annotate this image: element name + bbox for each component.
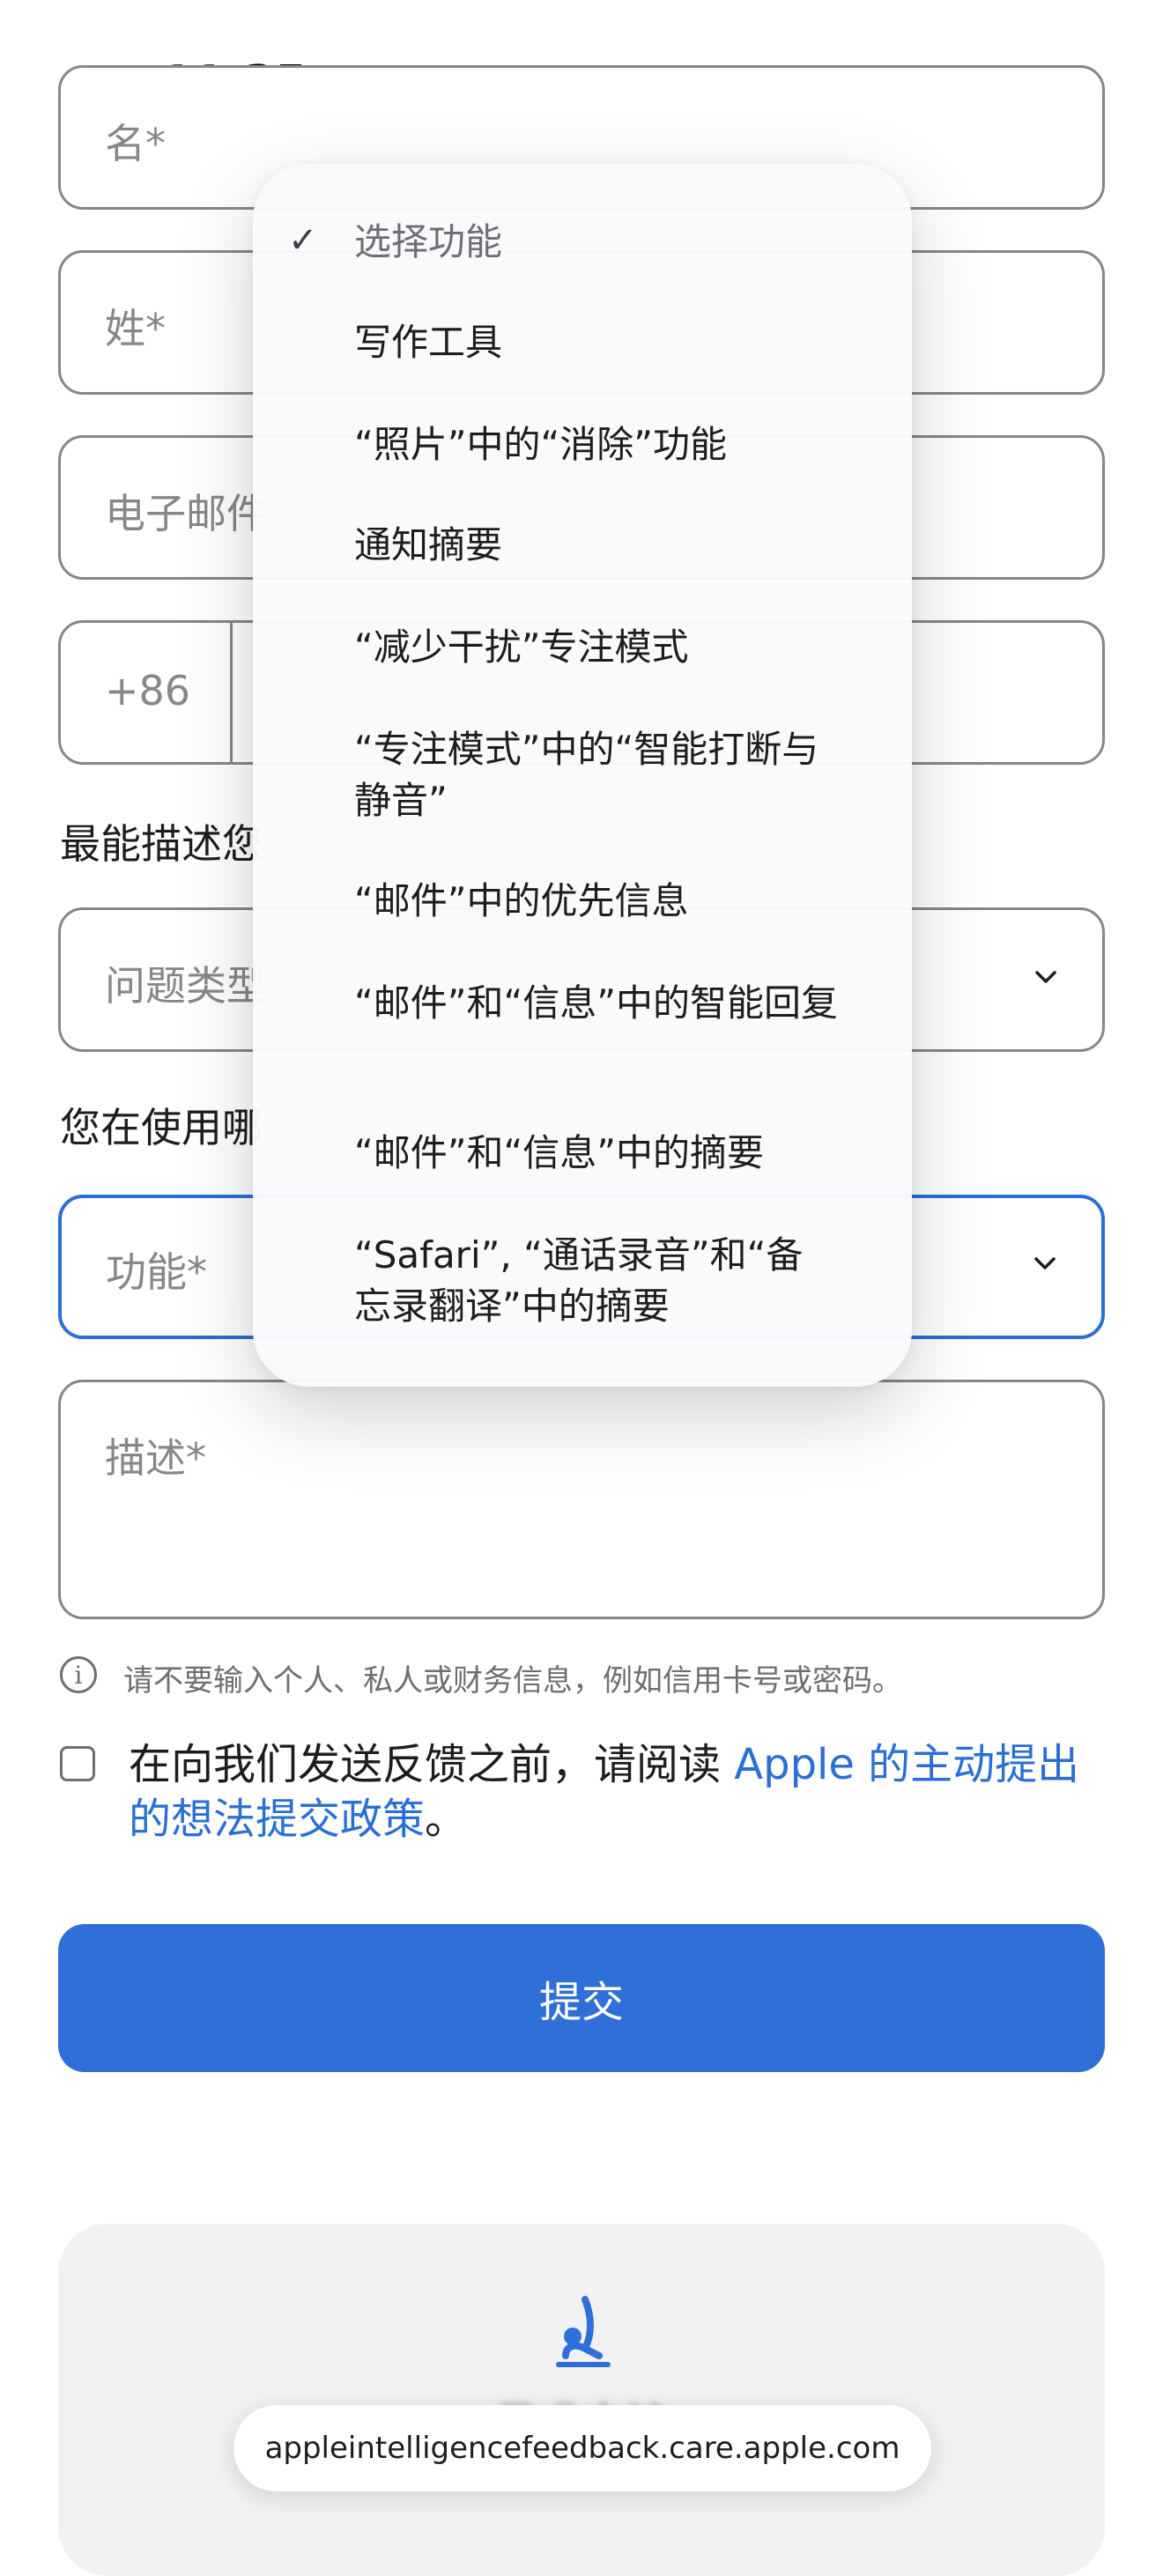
description-field[interactable]: 描述*	[58, 1380, 1105, 1619]
menu-item-focus-intelligent-breakthrough[interactable]: “专注模式”中的“智能打断与静音”	[354, 724, 848, 826]
chevron-down-icon	[1035, 971, 1056, 983]
issue-type-placeholder: 问题类型	[105, 962, 267, 1010]
usage-question-label: 您在使用哪	[60, 1104, 263, 1151]
menu-item-reduce-interruptions[interactable]: “减少干扰”专注模式	[354, 622, 883, 673]
chevron-down-icon	[1034, 1257, 1056, 1269]
description-placeholder: 描述*	[105, 1434, 206, 1482]
feature-dropdown-menu: ✓ 选择功能 写作工具 “照片”中的“消除”功能 通知摘要 “减少干扰”专注模式…	[253, 164, 912, 1387]
menu-item-select-feature[interactable]: 选择功能	[354, 217, 883, 268]
menu-item-safari-call-notes-summaries[interactable]: “Safari”, “通话录音”和“备忘录翻译”中的摘要	[354, 1230, 812, 1332]
url-bar[interactable]: appleintelligencefeedback.care.apple.com	[233, 2405, 931, 2491]
menu-item-smart-reply[interactable]: “邮件”和“信息”中的智能回复	[354, 978, 848, 1029]
phone-country-code[interactable]: +86	[105, 667, 190, 714]
consent-prefix: 在向我们发送反馈之前，请阅读	[129, 1740, 735, 1789]
consent-suffix: 。	[425, 1795, 468, 1844]
submit-button[interactable]: 提交	[58, 1924, 1105, 2072]
menu-item-writing-tools[interactable]: 写作工具	[354, 317, 883, 368]
url-text: appleintelligencefeedback.care.apple.com	[264, 2431, 900, 2466]
menu-item-mail-priority[interactable]: “邮件”中的优先信息	[354, 876, 883, 927]
person-reaching-icon	[556, 2296, 611, 2367]
menu-item-notification-summaries[interactable]: 通知摘要	[354, 520, 883, 571]
menu-item-mail-messages-summaries[interactable]: “邮件”和“信息”中的摘要	[354, 1128, 883, 1179]
checkmark-icon: ✓	[288, 220, 318, 261]
info-icon: i	[60, 1656, 97, 1693]
phone-divider	[230, 623, 233, 762]
last-name-placeholder: 姓*	[105, 305, 166, 352]
consent-text: 在向我们发送反馈之前，请阅读 Apple 的主动提出的想法提交政策。	[129, 1737, 1107, 1847]
privacy-note: 请不要输入个人、私人或财务信息，例如信用卡号或密码。	[123, 1663, 902, 1699]
feature-placeholder: 功能*	[106, 1248, 207, 1296]
issue-question-label: 最能描述您	[60, 820, 263, 868]
first-name-placeholder: 名*	[105, 120, 166, 167]
menu-item-photos-cleanup[interactable]: “照片”中的“消除”功能	[354, 419, 883, 470]
consent-checkbox[interactable]	[60, 1746, 95, 1781]
